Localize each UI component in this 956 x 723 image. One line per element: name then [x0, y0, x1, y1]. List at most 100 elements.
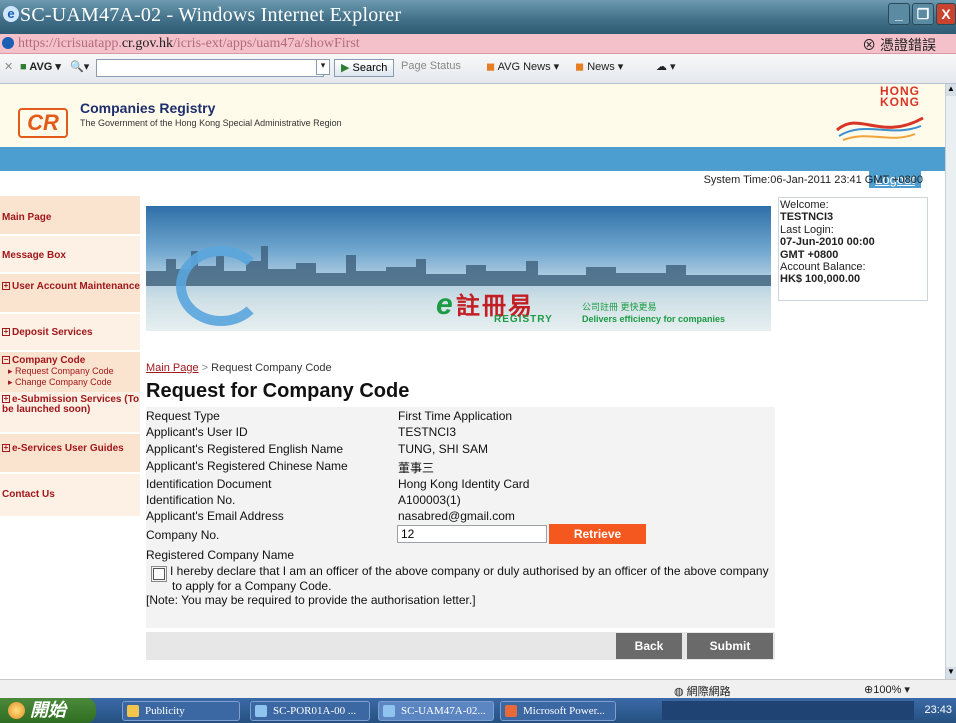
balance-value: HK$ 100,000.00 — [780, 273, 861, 286]
welcome-panel: Welcome: TESTNCI3 Last Login: 07-Jun-201… — [778, 197, 928, 301]
sidebar-item-e-submission[interactable]: + e-Submission Services (To be launched s… — [0, 392, 140, 432]
company-no-input[interactable] — [397, 525, 547, 543]
close-toolbar-icon[interactable]: ✕ — [4, 60, 13, 73]
field-label: Applicant's Email Address — [146, 509, 284, 523]
address-bar[interactable]: https://icrisuatapp.cr.gov.hk/icris-ext/… — [0, 34, 956, 54]
field-value: TUNG, SHI SAM — [398, 442, 489, 456]
declaration-text: I hereby declare that I am an officer of… — [146, 564, 775, 608]
field-value: Hong Kong Identity Card — [398, 477, 530, 491]
windows-taskbar: 開始 Publicity SC-POR01A-00 ... SC-UAM47A-… — [0, 698, 956, 723]
window-title: SC-UAM47A-02 - Windows Internet Explorer — [20, 4, 402, 26]
breadcrumb-separator: > — [201, 362, 209, 374]
certificate-error[interactable]: ⊗ 憑證錯誤 — [862, 35, 936, 55]
breadcrumb-main-page-link[interactable]: Main Page — [146, 362, 199, 374]
breadcrumb: Main Page > Request Company Code — [146, 362, 332, 374]
restore-button[interactable]: ❐ — [912, 3, 934, 25]
sidebar-item-message-box[interactable]: Message Box — [0, 236, 140, 272]
taskbar-item[interactable]: SC-POR01A-00 ... — [250, 701, 370, 721]
scroll-down-icon[interactable]: ▼ — [946, 667, 956, 679]
sidebar-subitem-change-company-code[interactable]: ▸ Change Company Code — [2, 377, 140, 388]
field-value: A100003(1) — [398, 493, 461, 507]
back-button[interactable]: Back — [616, 633, 682, 659]
windows-orb-icon — [8, 702, 25, 719]
expand-icon: + — [2, 327, 10, 336]
taskbar-item[interactable]: Publicity — [122, 701, 240, 721]
sidebar-item-company-code[interactable]: − Company Code ▸ Request Company Code ▸ C… — [0, 352, 140, 392]
field-label: Identification Document — [146, 477, 272, 491]
folder-icon — [127, 705, 139, 717]
welcome-user: TESTNCI3 — [780, 211, 834, 224]
header-bar — [0, 147, 945, 171]
search-button[interactable]: ▶ Search — [334, 59, 395, 77]
sidebar-item-user-account[interactable]: + User Account Maintenance — [0, 274, 140, 312]
last-login-value: 07-Jun-2010 00:00 GMT +0800 — [780, 236, 875, 261]
page-icon — [2, 37, 14, 49]
field-value: First Time Application — [398, 409, 513, 423]
url-text[interactable]: https://icrisuatapp.cr.gov.hk/icris-ext/… — [18, 36, 360, 52]
field-label: Applicant's Registered English Name — [146, 442, 344, 456]
balance-label: Account Balance: — [780, 261, 866, 274]
internet-zone: ◍ 網際網路 — [674, 686, 731, 698]
taskbar-item-active[interactable]: SC-UAM47A-02... — [378, 701, 494, 721]
form-actions: Back Submit — [146, 632, 775, 660]
window-title-bar: e SC-UAM47A-02 - Windows Internet Explor… — [0, 0, 956, 34]
taskbar-item[interactable]: Microsoft Power... — [500, 701, 616, 721]
search-icon[interactable]: 🔍▾ — [70, 60, 89, 73]
org-name: Companies Registry — [80, 100, 216, 116]
page-title: Request for Company Code — [146, 380, 410, 402]
sidebar-item-deposit-services[interactable]: + Deposit Services — [0, 314, 140, 350]
search-dropdown[interactable]: ▾ — [316, 59, 330, 75]
submit-button[interactable]: Submit — [687, 633, 773, 659]
start-button[interactable]: 開始 — [0, 698, 96, 723]
company-no-label: Company No. — [146, 528, 220, 542]
page-viewport: CR Companies Registry The Government of … — [0, 84, 945, 679]
field-value: nasabred@gmail.com — [398, 509, 515, 523]
news-menu[interactable]: ◼ News ▾ — [575, 60, 623, 73]
collapse-icon: − — [2, 355, 10, 364]
e-letter-icon: e — [436, 288, 453, 321]
vertical-scrollbar[interactable]: ▲ ▼ — [945, 84, 956, 679]
cr-logo: CR — [18, 108, 68, 138]
expand-icon: + — [2, 281, 10, 290]
field-label: Identification No. — [146, 493, 236, 507]
brand-swirl-icon — [836, 116, 924, 141]
system-tray[interactable] — [662, 701, 914, 720]
scroll-up-icon[interactable]: ▲ — [946, 84, 956, 96]
ie-logo-icon: e — [3, 6, 19, 22]
clock: 23:43 — [924, 704, 952, 716]
request-form: Request Type First Time Application Appl… — [146, 407, 775, 628]
search-input[interactable] — [96, 59, 324, 77]
system-time: System Time:06-Jan-2011 23:41 GMT +0800 — [703, 174, 923, 186]
sidebar-subitem-request-company-code[interactable]: ▸ Request Company Code — [2, 366, 140, 377]
weather-icon[interactable]: ☁ ▾ — [656, 60, 676, 73]
globe-icon: ◍ — [674, 686, 684, 698]
sidebar-nav: Main Page Message Box + User Account Main… — [0, 196, 140, 530]
welcome-label: Welcome: — [780, 199, 829, 211]
retrieve-button[interactable]: Retrieve — [549, 524, 646, 544]
page-status-link[interactable]: Page Status — [401, 60, 461, 72]
field-label: Applicant's User ID — [146, 425, 248, 439]
field-label: Request Type — [146, 409, 220, 423]
brand-hong-kong-logo: HONG KONG — [880, 84, 920, 109]
ie-icon — [383, 705, 395, 717]
minimize-button[interactable]: _ — [888, 3, 910, 25]
registered-company-name-label: Registered Company Name — [146, 548, 295, 562]
ie-icon — [255, 705, 267, 717]
last-login-label: Last Login: — [780, 223, 834, 236]
field-value: TESTNCI3 — [398, 425, 457, 439]
sidebar-item-contact-us[interactable]: Contact Us — [0, 474, 140, 516]
close-button[interactable]: X — [936, 3, 956, 25]
banner-chinese-slogan: 公司註冊 更快更易 — [582, 302, 657, 312]
org-subtitle: The Government of the Hong Kong Special … — [80, 118, 342, 128]
zoom-icon: ⊕ — [864, 684, 874, 696]
avg-menu[interactable]: ■ AVG ▾ — [20, 60, 61, 73]
zoom-control[interactable]: ⊕100% ▾ — [864, 683, 910, 696]
expand-icon: + — [2, 443, 10, 452]
avg-news-menu[interactable]: ◼ AVG News ▾ — [486, 60, 559, 73]
browser-toolbar: ✕ ■ AVG ▾ 🔍▾ ▾ ▶ Search Page Status ◼ AV… — [0, 54, 956, 84]
sidebar-item-e-services-guides[interactable]: + e-Services User Guides — [0, 434, 140, 472]
banner-registry-word: REGISTRY — [494, 314, 553, 325]
sidebar-item-main-page[interactable]: Main Page — [0, 196, 140, 234]
breadcrumb-current: Request Company Code — [211, 362, 332, 374]
declaration-note: [Note: You may be required to provide th… — [146, 593, 476, 607]
